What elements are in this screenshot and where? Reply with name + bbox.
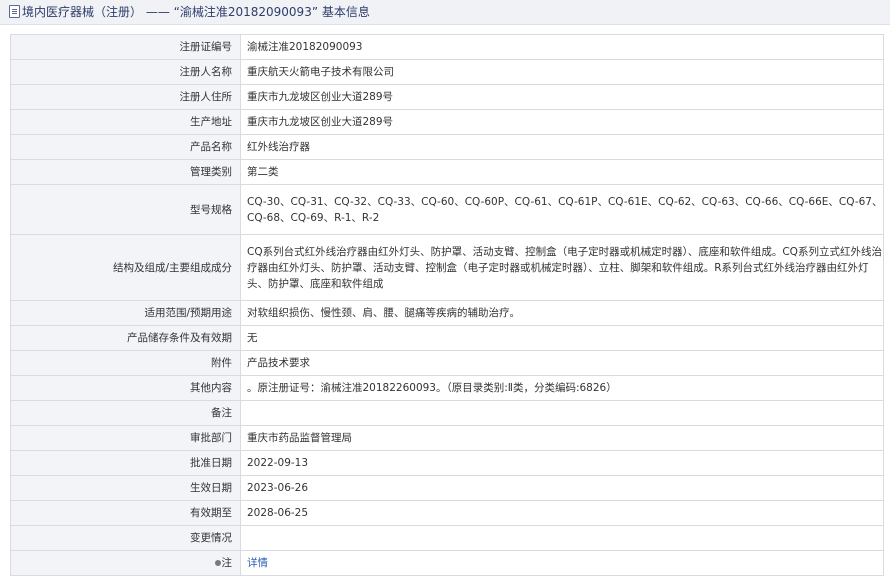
details-link[interactable]: 详情	[247, 557, 268, 569]
field-label: 型号规格	[10, 184, 241, 235]
table-row: 管理类别 第二类	[10, 159, 884, 185]
field-value	[240, 400, 884, 426]
field-value: CQ系列台式红外线治疗器由红外灯头、防护罩、活动支臂、控制盒（电子定时器或机械定…	[240, 234, 884, 301]
field-value: 。原注册证号：渝械注准20182260093。（原目录类别:Ⅱ类，分类编码:68…	[240, 375, 884, 401]
table-row: 备注	[10, 400, 884, 426]
field-label: 管理类别	[10, 159, 241, 185]
field-value: 重庆市九龙坡区创业大道289号	[240, 109, 884, 135]
field-value: CQ-30、CQ-31、CQ-32、CQ-33、CQ-60、CQ-60P、CQ-…	[240, 184, 884, 235]
field-label: 审批部门	[10, 425, 241, 451]
table-row: 批准日期 2022-09-13	[10, 450, 884, 476]
field-value: 无	[240, 325, 884, 351]
table-row: 适用范围/预期用途 对软组织损伤、慢性颈、肩、腰、腿痛等疾病的辅助治疗。	[10, 300, 884, 326]
basic-info-table: 注册证编号 渝械注准20182090093 注册人名称 重庆航天火箭电子技术有限…	[10, 34, 884, 576]
field-value: 2022-09-13	[240, 450, 884, 476]
table-row: 注册人住所 重庆市九龙坡区创业大道289号	[10, 84, 884, 110]
field-value: 渝械注准20182090093	[240, 34, 884, 60]
field-label: 产品储存条件及有效期	[10, 325, 241, 351]
table-row: 有效期至 2028-06-25	[10, 500, 884, 526]
field-value: 详情	[240, 550, 884, 576]
table-row: 结构及组成/主要组成成分 CQ系列台式红外线治疗器由红外灯头、防护罩、活动支臂、…	[10, 234, 884, 301]
field-label: 生效日期	[10, 475, 241, 501]
field-value: 重庆市药品监督管理局	[240, 425, 884, 451]
field-label: 结构及组成/主要组成成分	[10, 234, 241, 301]
field-label: 附件	[10, 350, 241, 376]
field-label: 有效期至	[10, 500, 241, 526]
table-row: 其他内容 。原注册证号：渝械注准20182260093。（原目录类别:Ⅱ类，分类…	[10, 375, 884, 401]
table-row: 审批部门 重庆市药品监督管理局	[10, 425, 884, 451]
document-icon	[9, 5, 20, 18]
field-value: 2028-06-25	[240, 500, 884, 526]
field-value: 重庆航天火箭电子技术有限公司	[240, 59, 884, 85]
field-label: 适用范围/预期用途	[10, 300, 241, 326]
field-label: 生产地址	[10, 109, 241, 135]
field-value: 重庆市九龙坡区创业大道289号	[240, 84, 884, 110]
table-row: 型号规格 CQ-30、CQ-31、CQ-32、CQ-33、CQ-60、CQ-60…	[10, 184, 884, 235]
page-title: 境内医疗器械（注册） —— “渝械注准20182090093” 基本信息	[22, 5, 370, 19]
table-row: 注册人名称 重庆航天火箭电子技术有限公司	[10, 59, 884, 85]
note-label: 注	[10, 550, 241, 576]
field-value	[240, 525, 884, 551]
table-row: 产品储存条件及有效期 无	[10, 325, 884, 351]
page-header: 境内医疗器械（注册） —— “渝械注准20182090093” 基本信息	[0, 0, 890, 25]
field-value: 对软组织损伤、慢性颈、肩、腰、腿痛等疾病的辅助治疗。	[240, 300, 884, 326]
field-label: 批准日期	[10, 450, 241, 476]
field-value: 第二类	[240, 159, 884, 185]
pin-icon	[214, 560, 221, 566]
field-label: 注册人住所	[10, 84, 241, 110]
field-label: 注册证编号	[10, 34, 241, 60]
field-label: 变更情况	[10, 525, 241, 551]
field-label: 产品名称	[10, 134, 241, 160]
field-value: 产品技术要求	[240, 350, 884, 376]
info-table-wrapper: 注册证编号 渝械注准20182090093 注册人名称 重庆航天火箭电子技术有限…	[10, 34, 884, 576]
field-value: 2023-06-26	[240, 475, 884, 501]
field-value: 红外线治疗器	[240, 134, 884, 160]
table-row: 生效日期 2023-06-26	[10, 475, 884, 501]
field-label: 备注	[10, 400, 241, 426]
table-row: 产品名称 红外线治疗器	[10, 134, 884, 160]
field-label: 注册人名称	[10, 59, 241, 85]
table-row: 生产地址 重庆市九龙坡区创业大道289号	[10, 109, 884, 135]
table-row: 注册证编号 渝械注准20182090093	[10, 34, 884, 60]
table-row: 附件 产品技术要求	[10, 350, 884, 376]
field-label: 注	[221, 557, 233, 569]
table-row: 注 详情	[10, 550, 884, 576]
field-label: 其他内容	[10, 375, 241, 401]
table-row: 变更情况	[10, 525, 884, 551]
